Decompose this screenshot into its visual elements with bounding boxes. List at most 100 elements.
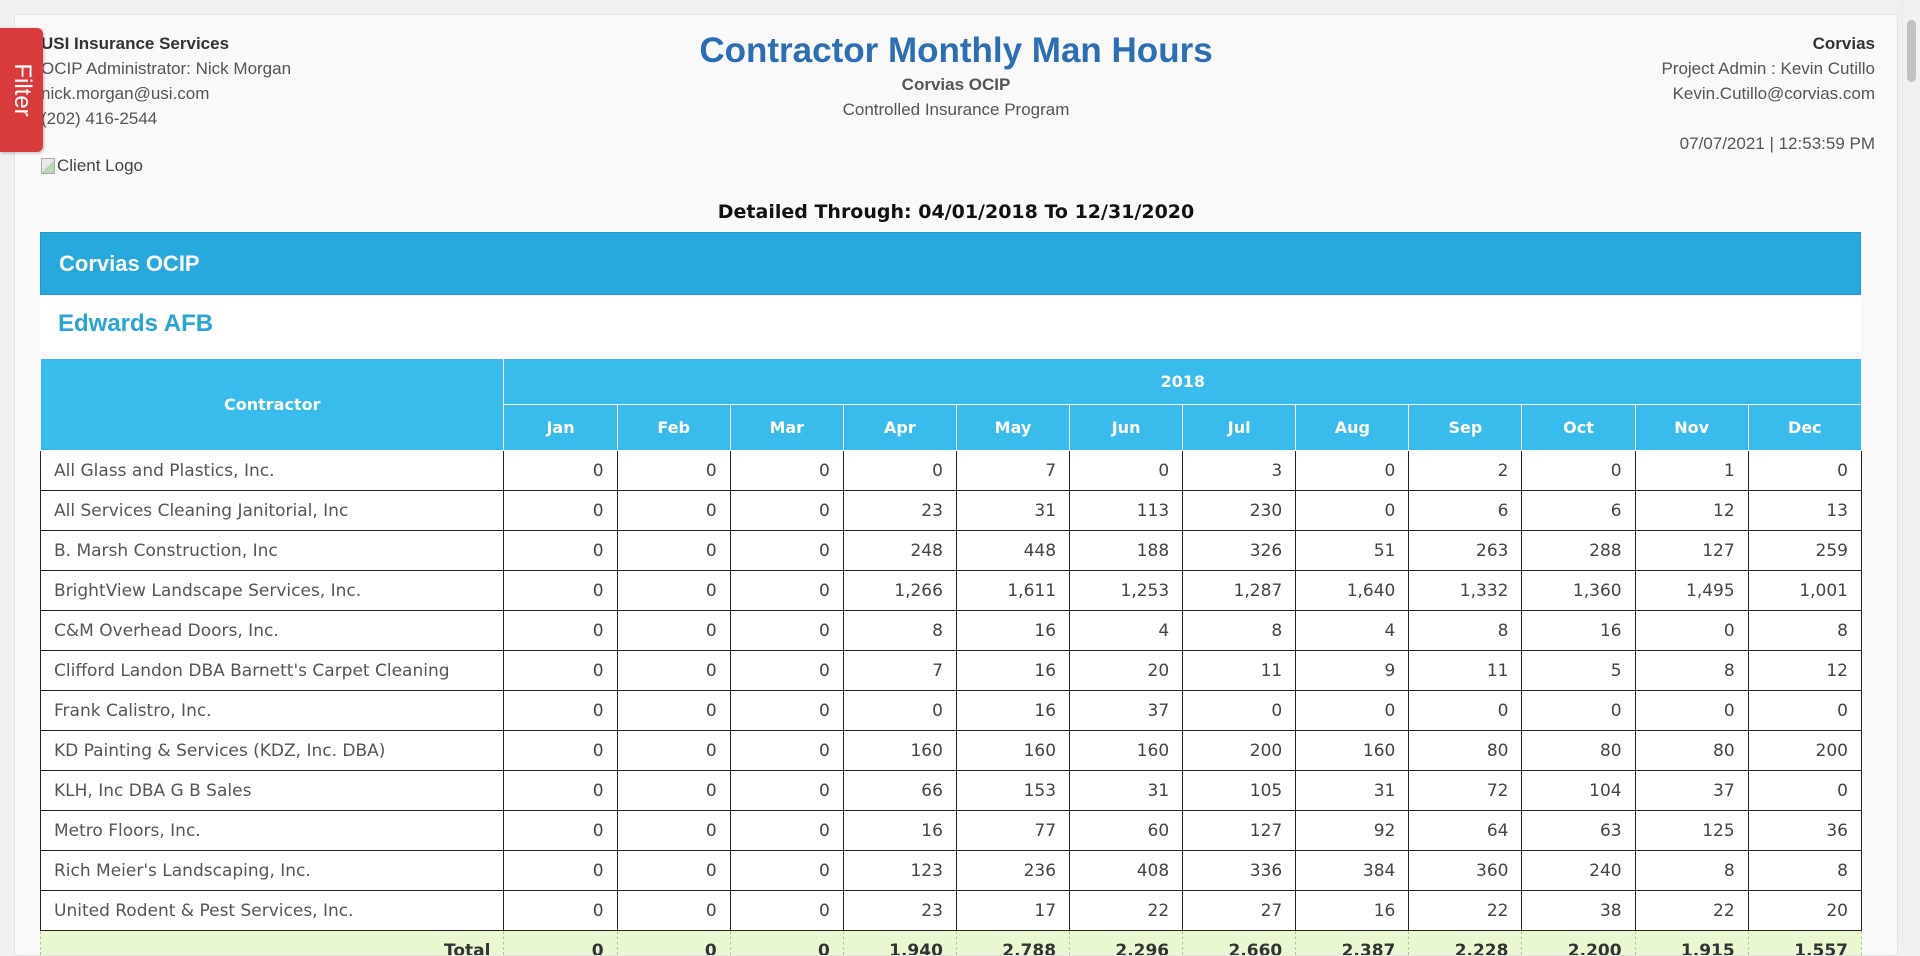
hours-cell: 12 [1635,491,1748,531]
hours-cell: 8 [1635,851,1748,891]
contractor-name-cell: All Services Cleaning Janitorial, Inc [41,491,504,531]
month-header[interactable]: Oct [1522,405,1635,451]
hours-cell: 6 [1522,491,1635,531]
hours-cell: 127 [1635,531,1748,571]
hours-cell: 72 [1409,771,1522,811]
hours-cell: 12 [1748,651,1861,691]
hours-cell: 36 [1748,811,1861,851]
client-info: Corvias Project Admin : Kevin Cutillo Ke… [1661,31,1875,156]
contractor-name-cell: B. Marsh Construction, Inc [41,531,504,571]
contractor-name-cell: United Rodent & Pest Services, Inc. [41,891,504,931]
contractor-column-header[interactable]: Contractor [41,359,504,451]
hours-cell: 0 [1522,691,1635,731]
table-row: Clifford Landon DBA Barnett's Carpet Cle… [41,651,1862,691]
contractor-name-cell: BrightView Landscape Services, Inc. [41,571,504,611]
hours-cell: 160 [1296,731,1409,771]
month-header[interactable]: Feb [617,405,730,451]
month-header[interactable]: Dec [1748,405,1861,451]
month-header[interactable]: Sep [1409,405,1522,451]
total-cell: 2,296 [1070,931,1183,956]
hours-cell: 51 [1296,531,1409,571]
hours-cell: 22 [1070,891,1183,931]
man-hours-table: Contractor 2018 JanFebMarAprMayJunJulAug… [40,358,1862,956]
hours-cell: 0 [730,491,843,531]
hours-cell: 8 [1409,611,1522,651]
project-admin: Project Admin : Kevin Cutillo [1661,56,1875,81]
hours-cell: 0 [730,851,843,891]
hours-cell: 0 [730,731,843,771]
hours-cell: 66 [843,771,956,811]
hours-cell: 1 [1635,451,1748,491]
hours-cell: 0 [617,531,730,571]
month-header[interactable]: Jul [1183,405,1296,451]
contractor-name-cell: KD Painting & Services (KDZ, Inc. DBA) [41,731,504,771]
table-row: United Rodent & Pest Services, Inc.00023… [41,891,1862,931]
month-header[interactable]: Apr [843,405,956,451]
total-label-cell: Total [41,931,504,956]
report-page: USI Insurance Services OCIP Administrato… [14,14,1898,956]
hours-cell: 31 [956,491,1069,531]
site-name: Edwards AFB [58,310,213,338]
hours-cell: 288 [1522,531,1635,571]
hours-cell: 0 [504,571,617,611]
hours-cell: 448 [956,531,1069,571]
hours-cell: 1,640 [1296,571,1409,611]
month-header[interactable]: Nov [1635,405,1748,451]
hours-cell: 1,287 [1183,571,1296,611]
hours-cell: 0 [1296,491,1409,531]
year-header: 2018 [504,359,1862,405]
hours-cell: 0 [730,891,843,931]
hours-cell: 0 [1748,451,1861,491]
hours-cell: 236 [956,851,1069,891]
hours-cell: 160 [843,731,956,771]
table-row: Frank Calistro, Inc.00001637000000 [41,691,1862,731]
month-header[interactable]: Aug [1296,405,1409,451]
vertical-scrollbar[interactable] [1902,0,1920,942]
filter-tab-button[interactable]: Filter [0,28,43,152]
month-header[interactable]: Mar [730,405,843,451]
hours-cell: 64 [1409,811,1522,851]
hours-cell: 0 [617,611,730,651]
total-cell: 2,200 [1522,931,1635,956]
month-header[interactable]: May [956,405,1069,451]
detail-date-range: Detailed Through: 04/01/2018 To 12/31/20… [15,201,1897,223]
hours-cell: 1,001 [1748,571,1861,611]
report-header: Contractor Monthly Man Hours Corvias OCI… [15,29,1897,123]
hours-cell: 0 [1296,451,1409,491]
hours-cell: 80 [1409,731,1522,771]
hours-cell: 1,332 [1409,571,1522,611]
month-header[interactable]: Jun [1070,405,1183,451]
table-row: C&M Overhead Doors, Inc.00081648481608 [41,611,1862,651]
month-header[interactable]: Jan [504,405,617,451]
hours-cell: 0 [1522,451,1635,491]
hours-cell: 60 [1070,811,1183,851]
table-row: Rich Meier's Landscaping, Inc.0001232364… [41,851,1862,891]
hours-cell: 9 [1296,651,1409,691]
hours-cell: 160 [956,731,1069,771]
hours-cell: 0 [617,731,730,771]
hours-cell: 113 [1070,491,1183,531]
hours-cell: 0 [730,651,843,691]
hours-cell: 8 [843,611,956,651]
hours-cell: 31 [1296,771,1409,811]
hours-cell: 1,253 [1070,571,1183,611]
contractor-name-cell: All Glass and Plastics, Inc. [41,451,504,491]
hours-cell: 3 [1183,451,1296,491]
table-row: All Services Cleaning Janitorial, Inc000… [41,491,1862,531]
total-cell: 2,228 [1409,931,1522,956]
hours-cell: 200 [1748,731,1861,771]
hours-cell: 0 [504,611,617,651]
hours-cell: 104 [1522,771,1635,811]
client-logo-alt: Client Logo [57,156,143,176]
contractor-name-cell: Metro Floors, Inc. [41,811,504,851]
hours-cell: 92 [1296,811,1409,851]
hours-cell: 37 [1070,691,1183,731]
scrollbar-thumb[interactable] [1907,20,1916,82]
hours-cell: 0 [504,891,617,931]
hours-cell: 0 [617,691,730,731]
total-row: Total0001,9402,7882,2962,6602,3872,2282,… [41,931,1862,956]
hours-cell: 77 [956,811,1069,851]
hours-cell: 0 [730,571,843,611]
hours-cell: 153 [956,771,1069,811]
hours-cell: 23 [843,491,956,531]
